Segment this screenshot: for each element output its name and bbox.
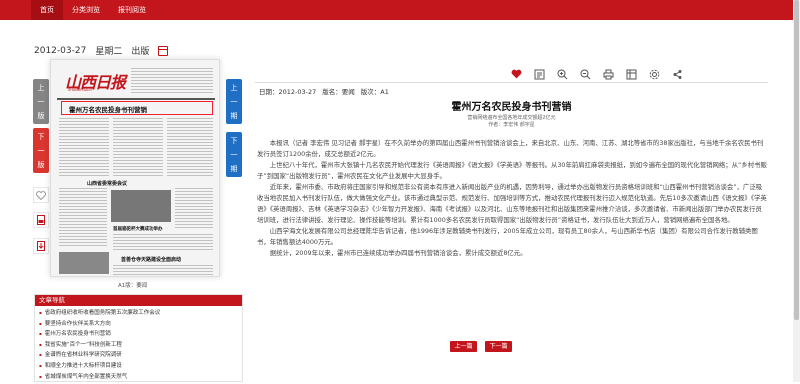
newspaper-page-thumbnail[interactable]: 山西日报 SHANXI DAILY 霍州万名农民投身书刊营销 山西省委常委会议 … xyxy=(50,59,220,277)
meta-page: 版次：A1 xyxy=(360,88,389,96)
publish-label: 出版 xyxy=(131,47,150,57)
prev-period-button[interactable]: 上一期 xyxy=(226,79,242,124)
article-paragraph: 山西学海文化发展有限公司总经理陈华告诉记者，他1996年涉足教辅类书刊发行，20… xyxy=(257,227,758,246)
article-nav-title: 文章导航 xyxy=(35,295,242,306)
next-period-button[interactable]: 下一期 xyxy=(226,132,242,177)
paper-headline-1: 霍州万名农民投身书刊营销 xyxy=(69,106,147,114)
paper-headline-2: 山西省委常委会议 xyxy=(87,181,128,187)
settings-icon[interactable] xyxy=(646,66,662,82)
nav-article-link[interactable]: 金谱煦在省林业科学研究院调研 xyxy=(39,350,238,361)
article-body: 本报讯（记者 李宏伟 见习记者 郝宇星）在不久前举办的第四届山西霍州书刊营销洽谈… xyxy=(257,138,767,259)
article-deck: 营销网络遍布全国各地年成交额超2亿元 xyxy=(467,115,556,121)
nav-article-link[interactable]: 要坚持合作伙伴关系大方向 xyxy=(39,319,238,330)
download-icon[interactable] xyxy=(33,238,49,254)
prev-edition-button[interactable]: 上一版 xyxy=(33,79,49,124)
calendar-icon[interactable] xyxy=(158,45,169,56)
paper-headline-3: 首届骆驼杯大赛成功举办 xyxy=(113,227,163,232)
nav-article-link[interactable]: 霍州万名农民投身书刊营销 xyxy=(39,329,238,340)
top-nav: 首页 分类浏览 报刊阅览 xyxy=(0,0,800,20)
nav-article-link[interactable]: 我省实施“百个一”科技创新工程 xyxy=(39,340,238,351)
nav-category-browse[interactable]: 分类浏览 xyxy=(63,0,109,20)
nav-newspaper-read[interactable]: 报刊阅览 xyxy=(109,0,155,20)
paper-headline-4: 首善仓寺天路建设全面启动 xyxy=(121,257,182,263)
favorite-icon[interactable] xyxy=(33,187,49,203)
article-title: 霍州万名农民投身书刊营销 xyxy=(451,102,572,113)
article-paragraph: 本报讯（记者 李宏伟 见习记者 郝宇星）在不久前举办的第四届山西霍州书刊营销洽谈… xyxy=(257,139,764,158)
article-paragraph: 据统计，2009年以来，霍州市已连续成功举办四届书刊营销洽谈会，累计成交额近8亿… xyxy=(269,249,527,257)
zoom-in-icon[interactable] xyxy=(554,66,570,82)
article-nav: 文章导航 省政府组织收听收看国务院第五次廉政工作会议 要坚持合作伙伴关系大方向 … xyxy=(34,294,243,382)
page-caption: A1版：要闻 xyxy=(118,283,148,289)
print-icon[interactable] xyxy=(600,66,616,82)
article-meta: 日期：2012-03-27 版名：要闻 版次：A1 xyxy=(259,86,389,96)
next-edition-button[interactable]: 下一版 xyxy=(33,128,49,173)
article-subtitle: 营销网络遍布全国各地年成交额超2亿元 作者：李宏伟 郝宇星 xyxy=(255,115,768,129)
paper-masthead-sub: SHANXI DAILY xyxy=(68,88,93,92)
copy-icon[interactable] xyxy=(623,66,639,82)
article-toolbar xyxy=(508,66,685,82)
heart-icon[interactable] xyxy=(508,66,524,82)
page-scrollbar-thumb[interactable] xyxy=(794,0,799,320)
nav-article-link[interactable]: 省城煤炭煤气年内全部置换天然气 xyxy=(39,372,238,383)
list-icon[interactable] xyxy=(531,66,547,82)
article-paragraph: 近年来，霍州市委、市政府将庄国家引导和规范非公有资本有序进入新闻出版产业的机遇，… xyxy=(257,183,767,224)
next-article-button[interactable]: 下一篇 xyxy=(485,341,512,352)
nav-article-link[interactable]: 省政府组织收听收看国务院第五次廉政工作会议 xyxy=(39,308,238,319)
date-bar: 2012-03-27 星期二 出版 xyxy=(34,44,169,57)
publish-weekday: 星期二 xyxy=(95,47,123,57)
article-divider xyxy=(255,82,768,83)
nav-home[interactable]: 首页 xyxy=(31,0,63,20)
pdf-icon[interactable] xyxy=(33,212,49,228)
share-icon[interactable] xyxy=(669,66,685,82)
article-paragraph: 上世纪八十年代，霍州市大张镇十几名农民开始代理发行《英语周报》《语文报》《学英语… xyxy=(257,161,767,180)
publish-date: 2012-03-27 xyxy=(34,45,87,56)
zoom-out-icon[interactable] xyxy=(577,66,593,82)
article-author: 作者：李宏伟 郝宇星 xyxy=(488,122,535,128)
prev-article-button[interactable]: 上一篇 xyxy=(450,341,477,352)
meta-date: 日期：2012-03-27 xyxy=(259,88,317,96)
nav-article-link[interactable]: 和顺全力推进十大标杆项目建设 xyxy=(39,361,238,372)
meta-edition: 版名：要闻 xyxy=(322,88,355,96)
